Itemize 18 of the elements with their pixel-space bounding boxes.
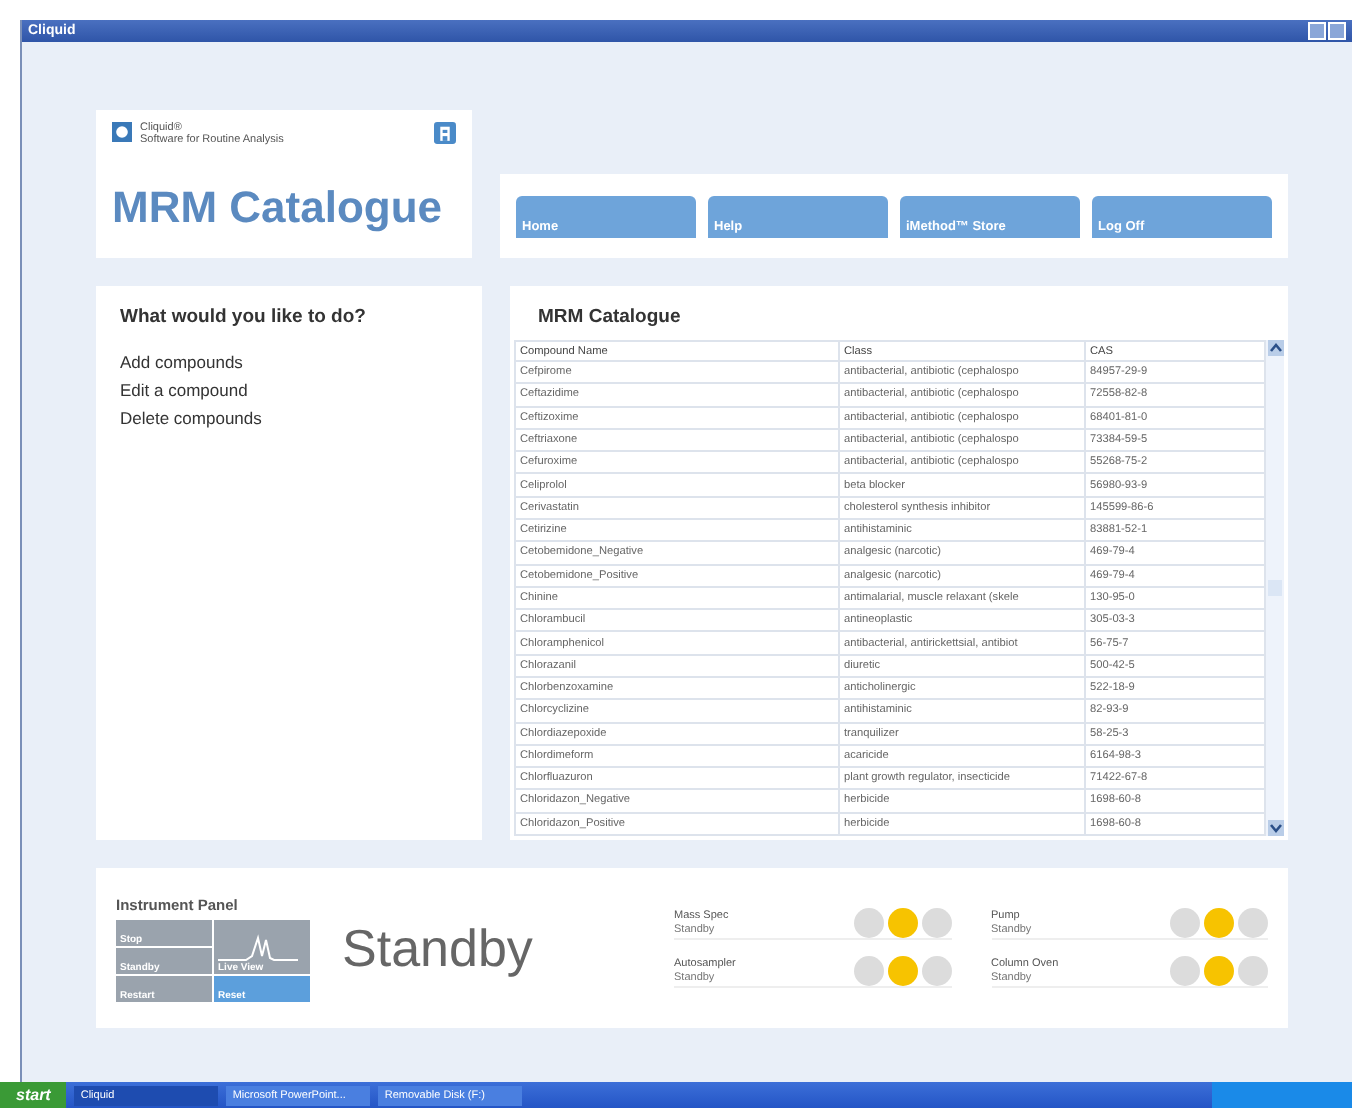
system-tray <box>1212 1082 1352 1108</box>
start-button[interactable]: start <box>0 1082 67 1108</box>
status-text: Standby <box>342 917 535 979</box>
scrollbar[interactable] <box>1266 340 1284 836</box>
panel-title: MRM Catalogue <box>536 306 683 328</box>
scroll-down-icon[interactable] <box>1267 820 1283 836</box>
scroll-thumb[interactable] <box>1268 580 1282 596</box>
task-link[interactable]: Add compounds <box>120 352 458 372</box>
task-link[interactable]: Edit a compound <box>120 380 458 400</box>
peak-icon <box>218 933 298 961</box>
building-icon[interactable] <box>434 122 456 144</box>
restore-button[interactable] <box>1328 22 1346 40</box>
task-link[interactable]: Delete compounds <box>120 408 458 428</box>
minimize-button[interactable] <box>1308 22 1326 40</box>
app-title: MRM Catalogue <box>112 182 444 236</box>
logo-icon <box>112 122 132 142</box>
scroll-up-icon[interactable] <box>1267 340 1283 356</box>
panel-title: What would you like to do? <box>120 306 368 328</box>
